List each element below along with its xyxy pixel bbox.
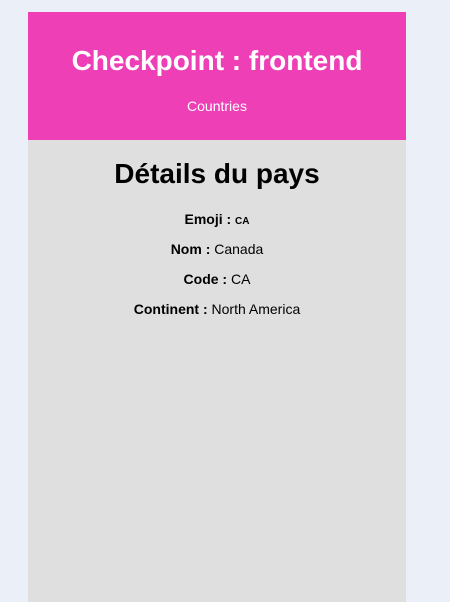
detail-emoji: Emoji : CA xyxy=(28,210,406,240)
detail-continent: Continent : North America xyxy=(28,300,406,330)
detail-code-label: Code : xyxy=(183,271,231,287)
detail-emoji-label: Emoji : xyxy=(184,211,236,227)
header: Checkpoint : frontend Countries xyxy=(28,12,406,140)
details-list: Emoji : CA Nom : Canada Code : CA Contin… xyxy=(28,210,406,330)
page-title: Détails du pays xyxy=(114,158,320,189)
app-title: Checkpoint : frontend xyxy=(71,45,363,76)
detail-name: Nom : Canada xyxy=(28,240,406,270)
detail-continent-label: Continent : xyxy=(133,301,212,317)
detail-name-value: Canada xyxy=(214,241,264,257)
flag-emoji: CA xyxy=(235,216,250,227)
detail-continent-value: North America xyxy=(211,301,301,317)
app-container: Checkpoint : frontend Countries Détails … xyxy=(28,12,406,602)
detail-code-value: CA xyxy=(231,271,251,287)
country-details: Détails du pays Emoji : CA Nom : Canada … xyxy=(28,140,406,330)
detail-code: Code : CA xyxy=(28,270,406,300)
detail-name-label: Nom : xyxy=(170,241,215,257)
countries-link[interactable]: Countries xyxy=(187,97,247,115)
